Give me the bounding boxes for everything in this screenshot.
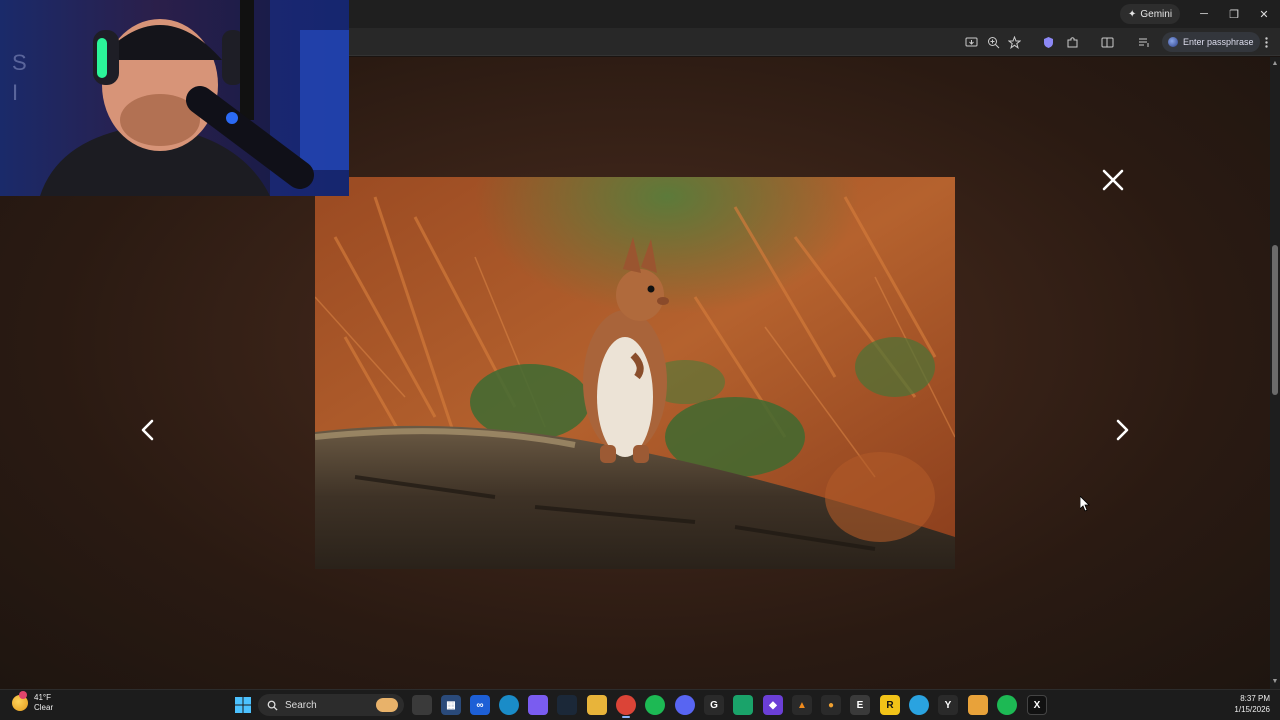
shield-icon[interactable] xyxy=(1040,34,1056,50)
x-app-icon[interactable]: X xyxy=(1027,695,1047,715)
app-ab-icon[interactable] xyxy=(733,695,753,715)
gemini-button[interactable]: ✦ Gemini xyxy=(1120,4,1181,24)
cursor-app-icon[interactable]: Y xyxy=(938,695,958,715)
edge-icon[interactable] xyxy=(499,695,519,715)
microsoft-store-icon[interactable]: ▦ xyxy=(441,695,461,715)
restore-button[interactable]: ❐ xyxy=(1220,4,1248,24)
zoom-icon[interactable] xyxy=(985,34,1001,50)
spotify-icon[interactable] xyxy=(645,695,665,715)
close-icon[interactable] xyxy=(1100,167,1126,193)
passphrase-label: Enter passphrase xyxy=(1183,37,1254,47)
svg-text:S: S xyxy=(12,50,27,75)
bookmark-star-icon[interactable] xyxy=(1006,34,1022,50)
kebab-menu-icon[interactable] xyxy=(1258,34,1274,50)
mouse-cursor-icon xyxy=(1079,495,1090,512)
weather-condition: Clear xyxy=(34,703,54,712)
webcam-overlay: S I xyxy=(0,0,349,196)
windows-start-icon[interactable] xyxy=(233,695,253,715)
folder-app-icon[interactable] xyxy=(968,695,988,715)
meta-app-icon[interactable]: ∞ xyxy=(470,695,490,715)
windows-taskbar: 41°F Clear Search ▦ ∞ G ◆ ▲ ● E R Y X 8:… xyxy=(0,689,1280,720)
scroll-up-icon[interactable]: ▲ xyxy=(1270,59,1280,69)
install-app-icon[interactable] xyxy=(963,34,979,50)
reading-mode-icon[interactable] xyxy=(1099,34,1115,50)
chevron-right-icon[interactable] xyxy=(1110,417,1134,443)
discord-icon[interactable] xyxy=(675,695,695,715)
amazon-app-icon[interactable]: ● xyxy=(821,695,841,715)
search-highlight-icon xyxy=(376,698,398,712)
rockstar-icon[interactable]: R xyxy=(880,695,900,715)
weather-widget[interactable]: 41°F Clear xyxy=(12,691,54,713)
sparkle-icon: ✦ xyxy=(1128,8,1137,20)
close-window-button[interactable]: ✕ xyxy=(1250,4,1278,24)
game-app-icon[interactable]: G xyxy=(704,695,724,715)
clock-time: 8:37 PM xyxy=(1240,694,1270,703)
taskbar-search[interactable]: Search xyxy=(258,694,404,716)
vlc-icon[interactable]: ▲ xyxy=(792,695,812,715)
passphrase-button[interactable]: Enter passphrase xyxy=(1162,32,1260,52)
chevron-left-icon[interactable] xyxy=(136,417,160,443)
weather-temp: 41°F xyxy=(34,693,51,702)
task-view-icon[interactable] xyxy=(412,695,432,715)
scroll-thumb[interactable] xyxy=(1272,245,1278,395)
file-explorer-icon[interactable] xyxy=(587,695,607,715)
steam-icon[interactable] xyxy=(557,695,577,715)
gemini-label: Gemini xyxy=(1140,8,1173,20)
copilot-icon[interactable] xyxy=(528,695,548,715)
spotify-2-icon[interactable] xyxy=(997,695,1017,715)
svg-text:I: I xyxy=(12,80,18,105)
weather-icon xyxy=(12,691,28,711)
media-control-icon[interactable] xyxy=(1136,34,1152,50)
minimize-button[interactable]: ─ xyxy=(1190,4,1218,24)
epic-games-icon[interactable]: E xyxy=(850,695,870,715)
purple-app-icon[interactable]: ◆ xyxy=(763,695,783,715)
page-scrollbar[interactable]: ▲ ▼ xyxy=(1270,57,1280,689)
telegram-icon[interactable] xyxy=(909,695,929,715)
scroll-down-icon[interactable]: ▼ xyxy=(1270,677,1280,687)
search-icon xyxy=(267,700,278,711)
extensions-icon[interactable] xyxy=(1064,34,1080,50)
profile-avatar xyxy=(1168,37,1178,47)
clock-date: 1/15/2026 xyxy=(1234,705,1270,714)
chrome-icon[interactable] xyxy=(616,695,636,718)
search-label: Search xyxy=(285,699,317,711)
red-squirrel-photo xyxy=(315,177,955,569)
taskbar-clock[interactable]: 8:37 PM 1/15/2026 xyxy=(1222,693,1270,715)
